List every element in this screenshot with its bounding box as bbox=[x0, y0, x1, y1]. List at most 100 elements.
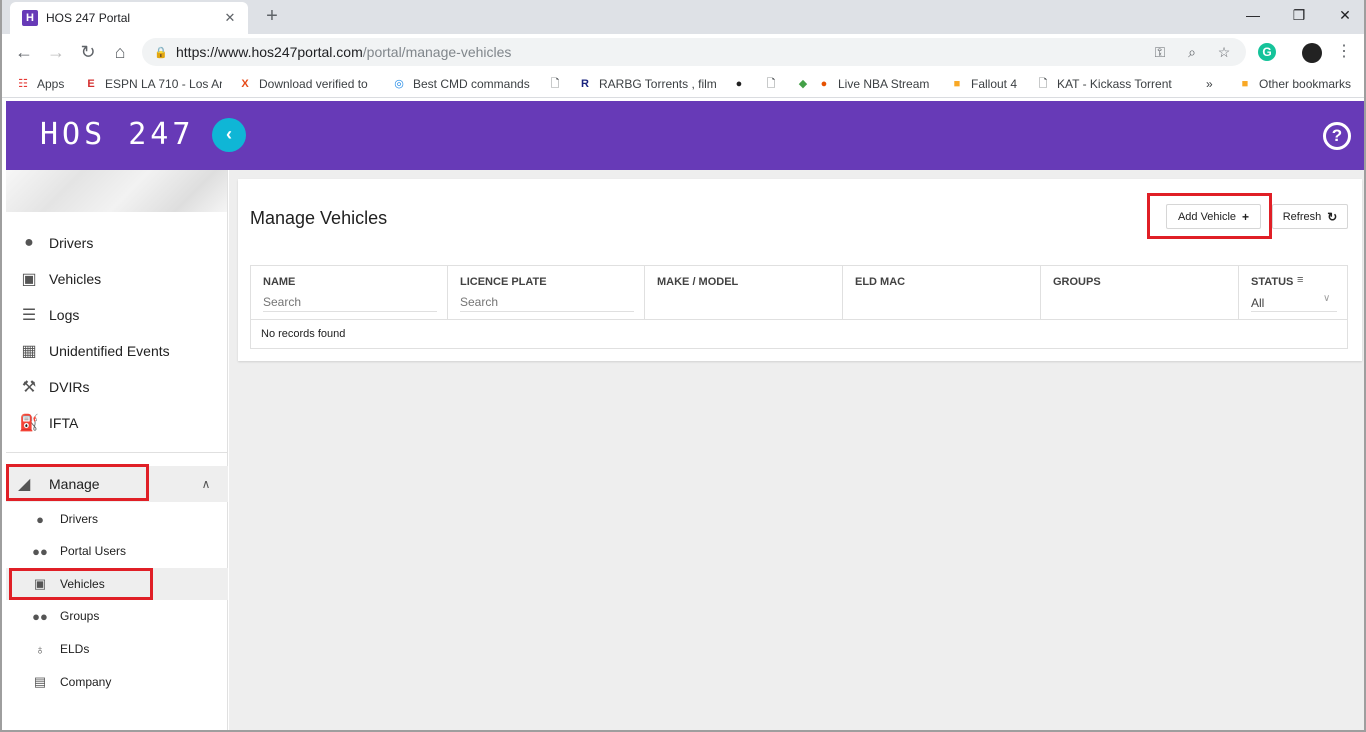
bookmark-page-1[interactable]: 🗋 bbox=[548, 76, 564, 92]
sidebar-item-unidentified-events[interactable]: ▦ Unidentified Events bbox=[6, 333, 228, 369]
bookmark-kat[interactable]: 🗋 KAT - Kickass Torrent bbox=[1036, 76, 1172, 92]
column-header[interactable]: MAKE / MODEL bbox=[657, 276, 738, 288]
bookmark-fallout[interactable]: ■ Fallout 4 bbox=[950, 76, 1022, 92]
column-header[interactable]: STATUS bbox=[1251, 276, 1293, 288]
extension-icon[interactable] bbox=[1302, 43, 1322, 63]
sidebar-item-ifta[interactable]: ⛽ IFTA bbox=[6, 405, 228, 441]
app-header: HOS 247 ‹ ? bbox=[6, 101, 1364, 170]
highlight-manage bbox=[6, 464, 149, 501]
refresh-button[interactable]: Refresh ↻ bbox=[1272, 204, 1348, 229]
sidebar-subitem-groups[interactable]: ●● Groups bbox=[6, 600, 228, 632]
sidebar-item-dvirs[interactable]: ⚒ DVIRs bbox=[6, 369, 228, 405]
main-content: Manage Vehicles Add Vehicle + Refresh ↻ … bbox=[229, 170, 1364, 730]
people-icon: ●● bbox=[32, 543, 48, 559]
sidebar-item-label: Logs bbox=[49, 307, 80, 323]
reload-icon[interactable]: ↻ bbox=[76, 40, 100, 64]
sidebar-item-vehicles[interactable]: ▣ Vehicles bbox=[6, 261, 228, 297]
browser-toolbar: ← → ↻ ⌂ 🔒 https://www.hos247portal.com/p… bbox=[2, 34, 1364, 70]
sidebar-subitem-label: Portal Users bbox=[60, 544, 127, 558]
folder-icon: ■ bbox=[953, 78, 961, 90]
forward-icon[interactable]: → bbox=[44, 40, 68, 64]
url-text: https://www.hos247portal.com/portal/mana… bbox=[176, 44, 512, 60]
chevron-down-icon: ∨ bbox=[1323, 293, 1331, 304]
bookmark-download[interactable]: X Download verified to bbox=[238, 76, 374, 92]
tab-close-icon[interactable]: ✕ bbox=[222, 10, 238, 26]
bookmark-page-2[interactable]: 🗋 bbox=[764, 76, 780, 92]
status-select-value: All bbox=[1251, 296, 1265, 310]
restore-icon[interactable]: ❐ bbox=[1276, 0, 1322, 30]
sidebar-item-drivers[interactable]: ● Drivers bbox=[6, 225, 228, 261]
sidebar-subitem-drivers[interactable]: ● Drivers bbox=[6, 503, 228, 535]
bookmark-spotify[interactable]: ● bbox=[732, 76, 748, 92]
wrench-icon: ⚒ bbox=[21, 379, 37, 396]
lock-icon: 🔒 bbox=[154, 46, 168, 59]
close-window-icon[interactable]: ✕ bbox=[1322, 0, 1364, 30]
bookmark-apps[interactable]: ☷ Apps bbox=[16, 76, 76, 92]
bookmark-cmd[interactable]: ◎ Best CMD commands bbox=[392, 76, 530, 92]
bookmark-nba[interactable]: ◆ ● Live NBA Stream bbox=[796, 76, 936, 92]
bookmark-overflow[interactable]: » bbox=[1206, 76, 1218, 92]
empty-state-text: No records found bbox=[261, 328, 346, 340]
browser-tab[interactable]: H HOS 247 Portal ✕ bbox=[10, 2, 248, 34]
back-icon[interactable]: ← bbox=[12, 40, 36, 64]
sidebar-subitem-label: Drivers bbox=[60, 512, 98, 526]
calendar-icon: ▦ bbox=[21, 343, 37, 360]
bus-icon: ▣ bbox=[21, 271, 37, 288]
sidebar-item-label: IFTA bbox=[49, 415, 79, 431]
basketball-icon: ● bbox=[820, 78, 828, 90]
apps-grid-icon: ☷ bbox=[18, 78, 28, 90]
refresh-icon: ↻ bbox=[1327, 209, 1338, 224]
bookmark-star-icon[interactable]: ☆ bbox=[1214, 42, 1234, 62]
person-icon: ● bbox=[36, 511, 44, 527]
chevron-up-icon[interactable]: ∧ bbox=[196, 477, 216, 491]
help-icon[interactable]: ? bbox=[1323, 122, 1351, 150]
hos247-logo: HOS 247 bbox=[40, 117, 195, 152]
column-header[interactable]: GROUPS bbox=[1053, 276, 1101, 288]
sidebar-item-label: Drivers bbox=[49, 235, 94, 251]
page-icon: 🗋 bbox=[550, 78, 560, 90]
zoom-icon[interactable]: ⌕ bbox=[1182, 42, 1202, 62]
bookmark-other[interactable]: ■ Other bookmarks bbox=[1238, 76, 1358, 92]
minimize-icon[interactable]: — bbox=[1230, 0, 1276, 30]
group-icon: ●● bbox=[32, 608, 48, 624]
folder-icon: ■ bbox=[1241, 78, 1249, 90]
column-header[interactable]: LICENCE PLATE bbox=[460, 276, 547, 288]
sidebar-subitem-elds[interactable]: ♁ ELDs bbox=[6, 633, 228, 665]
page-icon: 🗋 bbox=[766, 78, 776, 90]
sidebar-item-label: DVIRs bbox=[49, 379, 90, 395]
tab-title: HOS 247 Portal bbox=[46, 11, 131, 25]
collapse-sidebar-button[interactable]: ‹ bbox=[212, 118, 246, 152]
rarbg-icon: R bbox=[581, 78, 589, 90]
column-header[interactable]: NAME bbox=[263, 276, 295, 288]
sidebar-subitem-company[interactable]: ▤ Company bbox=[6, 666, 228, 698]
key-icon[interactable]: ⚿ bbox=[1150, 42, 1170, 62]
sidebar-subitem-label: Company bbox=[60, 675, 112, 689]
name-search-input[interactable]: Search bbox=[263, 295, 437, 312]
column-licence-plate: LICENCE PLATE Search bbox=[448, 266, 645, 320]
page-title: Manage Vehicles bbox=[250, 208, 388, 228]
fuel-icon: ⛽ bbox=[19, 415, 39, 432]
sidebar-item-label: Vehicles bbox=[49, 271, 102, 287]
home-icon[interactable]: ⌂ bbox=[108, 40, 132, 64]
new-tab-button[interactable]: + bbox=[260, 4, 284, 28]
hos-favicon-icon: H bbox=[22, 10, 38, 26]
grammarly-icon[interactable]: G bbox=[1258, 43, 1276, 61]
address-bar[interactable]: 🔒 https://www.hos247portal.com/portal/ma… bbox=[142, 38, 1246, 66]
sidebar-item-label: Unidentified Events bbox=[49, 343, 170, 359]
nba-icon: ◆ bbox=[798, 78, 808, 90]
status-select[interactable]: All ∨ bbox=[1251, 293, 1337, 312]
refresh-label: Refresh bbox=[1282, 210, 1322, 223]
sidebar-subitem-portal-users[interactable]: ●● Portal Users bbox=[6, 535, 228, 567]
licence-plate-search-input[interactable]: Search bbox=[460, 295, 634, 312]
bookmark-espn[interactable]: E ESPN LA 710 - Los Ar bbox=[84, 76, 222, 92]
chrome-menu-icon[interactable]: ⋮ bbox=[1336, 41, 1352, 61]
column-header[interactable]: ELD MAC bbox=[855, 276, 905, 288]
column-status: STATUS ≡ All ∨ bbox=[1239, 266, 1347, 320]
sidebar-item-logs[interactable]: ☰ Logs bbox=[6, 297, 228, 333]
page-icon: 🗋 bbox=[1038, 78, 1048, 90]
tab-strip: H HOS 247 Portal ✕ + — ❐ ✕ bbox=[2, 0, 1364, 34]
filter-sort-icon[interactable]: ≡ bbox=[1297, 274, 1303, 286]
bookmark-rarbg[interactable]: R RARBG Torrents , film bbox=[578, 76, 716, 92]
browser-window: H HOS 247 Portal ✕ + — ❐ ✕ ← → ↻ ⌂ 🔒 htt… bbox=[0, 0, 1366, 732]
column-name: NAME Search bbox=[251, 266, 448, 320]
